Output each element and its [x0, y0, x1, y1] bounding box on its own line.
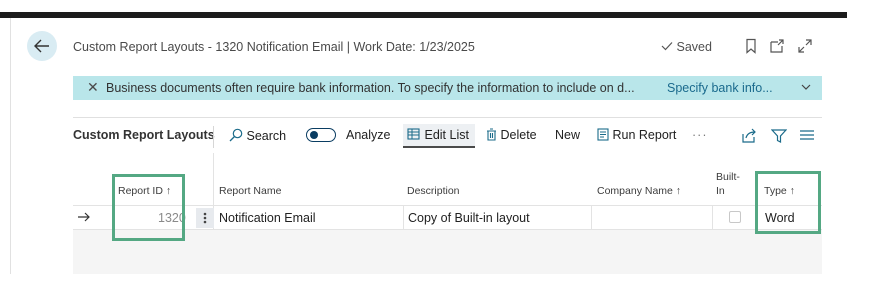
- type-highlight-box: [755, 171, 821, 234]
- search-icon: [229, 128, 243, 142]
- toolbar-divider: [73, 117, 822, 118]
- banner-action-link[interactable]: Specify bank info...: [667, 81, 773, 95]
- built-in-checkbox[interactable]: [729, 211, 741, 223]
- run-report-label: Run Report: [612, 128, 677, 142]
- delete-label: Delete: [500, 128, 537, 142]
- banner-message: Business documents often require bank in…: [106, 81, 635, 95]
- column-header-report-name[interactable]: Report Name: [219, 185, 281, 197]
- new-button[interactable]: New: [555, 128, 580, 142]
- search-button[interactable]: Search: [229, 128, 286, 143]
- analyze-toggle[interactable]: [306, 128, 336, 142]
- column-divider: [591, 205, 592, 229]
- grid-row-divider: [73, 229, 822, 230]
- grid-empty-area: [73, 229, 822, 274]
- check-icon: [661, 42, 673, 51]
- edit-list-button-content[interactable]: Edit List: [407, 128, 469, 142]
- edit-list-label: Edit List: [424, 128, 469, 142]
- bookmark-icon[interactable]: [743, 38, 759, 54]
- row-actions-button[interactable]: [196, 208, 214, 228]
- share-icon[interactable]: [741, 128, 757, 143]
- toolbar-separator: [213, 126, 214, 148]
- notification-banner: ✕ Business documents often require bank …: [73, 76, 822, 100]
- cell-report-name[interactable]: Notification Email: [219, 211, 316, 225]
- more-vertical-icon: [203, 212, 207, 224]
- row-arrow-icon: [78, 212, 90, 222]
- more-actions-button[interactable]: ···: [692, 128, 708, 142]
- grid-header-divider: [73, 205, 822, 206]
- left-divider: [10, 18, 11, 274]
- cell-description[interactable]: Copy of Built-in layout: [408, 211, 530, 225]
- delete-icon: [487, 128, 496, 141]
- window-top-bar: [0, 12, 847, 18]
- page-title: Custom Report Layouts - 1320 Notificatio…: [73, 40, 475, 54]
- delete-button[interactable]: Delete: [486, 128, 537, 142]
- column-header-company-name[interactable]: Company Name ↑: [597, 185, 681, 197]
- chevron-down-icon[interactable]: [801, 83, 811, 91]
- column-header-built-in-line2[interactable]: In: [716, 185, 725, 197]
- close-icon[interactable]: ✕: [87, 79, 99, 96]
- column-header-description[interactable]: Description: [407, 185, 460, 197]
- list-icon[interactable]: [800, 130, 814, 142]
- run-report-icon: [597, 128, 609, 141]
- page-name-label: Custom Report Layouts: [73, 128, 215, 142]
- back-arrow-icon: [34, 39, 49, 53]
- expand-icon[interactable]: [797, 38, 813, 54]
- column-header-built-in-line1[interactable]: Built-: [716, 171, 740, 183]
- search-label: Search: [246, 129, 287, 143]
- column-divider: [403, 205, 404, 229]
- report-id-highlight-box: [112, 174, 185, 241]
- back-button[interactable]: [27, 31, 57, 61]
- edit-list-icon: [407, 128, 420, 140]
- open-new-icon[interactable]: [769, 38, 785, 54]
- saved-label: Saved: [676, 40, 712, 54]
- filter-icon[interactable]: [771, 129, 787, 143]
- analyze-label: Analyze: [346, 128, 391, 142]
- run-report-button[interactable]: Run Report: [597, 128, 676, 142]
- column-divider: [712, 205, 713, 229]
- saved-status: Saved: [661, 40, 712, 54]
